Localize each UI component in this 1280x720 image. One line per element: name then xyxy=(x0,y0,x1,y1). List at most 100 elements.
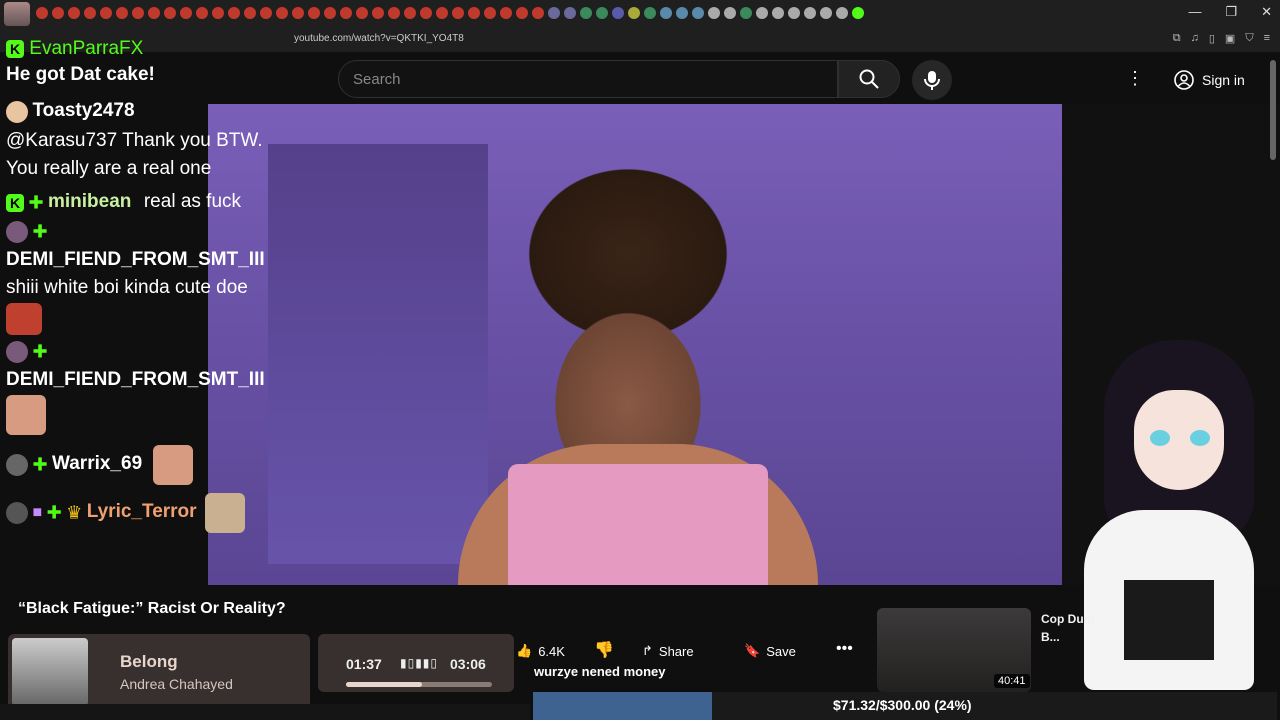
browser-tab-bar: — ❐ ✕ xyxy=(0,0,1280,28)
chat-message: ✚ Warrix_69 xyxy=(6,445,296,486)
taskbar-strip xyxy=(0,704,530,720)
video-player[interactable] xyxy=(208,104,1062,585)
shield-icon[interactable]: ⛉ xyxy=(1245,32,1253,45)
total-time: 03:06 xyxy=(450,656,486,672)
bookmark-icon: 🔖 xyxy=(744,643,761,658)
song-title: Belong xyxy=(120,652,178,671)
recommended-video-duration: 40:41 xyxy=(994,674,1030,688)
more-actions-icon[interactable]: ••• xyxy=(836,640,853,658)
chat-username: minibean xyxy=(48,190,132,212)
share-button[interactable]: ↱ Share xyxy=(642,636,694,666)
vtuber-corset xyxy=(1124,580,1214,660)
chat-message: ✚ DEMI_FIEND_FROM_SMT_III xyxy=(6,341,296,436)
diamond-badge-icon: ✚ xyxy=(46,502,62,523)
like-count: 6.4K xyxy=(538,643,565,659)
vtuber-right-eye xyxy=(1190,430,1210,446)
diamond-badge-icon: ✚ xyxy=(32,454,48,475)
url-text[interactable]: youtube.com/watch?v=QKTKI_YO4T8 xyxy=(294,33,464,44)
donation-goal-text: $71.32/$300.00 (24%) xyxy=(833,697,972,713)
chat-message: K ✚ minibean real as fuck xyxy=(6,191,296,213)
chat-message: ✚ DEMI_FIEND_FROM_SMT_III shiii white bo… xyxy=(6,221,296,336)
video-background-shelf xyxy=(268,144,488,564)
sign-in-label: Sign in xyxy=(1202,72,1245,88)
search-icon xyxy=(859,69,879,89)
window-controls[interactable]: — ❐ ✕ xyxy=(1188,4,1272,20)
chat-message: Toasty2478 xyxy=(6,100,296,123)
user-avatar-icon xyxy=(6,221,28,244)
emote-icon xyxy=(152,445,193,486)
browser-toolbar-icons: ⧉ ♫ ▯ ▣ ⛉ ≡ xyxy=(1173,32,1270,45)
chat-username: Lyric_Terror xyxy=(86,501,197,523)
chat-streamer-row: K EvanParraFX xyxy=(6,38,296,60)
like-button[interactable]: 👍 6.4K xyxy=(516,636,565,666)
account-icon xyxy=(1174,70,1194,90)
chat-username: Warrix_69 xyxy=(52,453,143,475)
diamond-badge-icon: ✚ xyxy=(28,192,44,213)
vtuber-face xyxy=(1134,390,1224,490)
emote-icon xyxy=(205,493,245,534)
more-options-icon[interactable]: ⋮ xyxy=(1126,68,1144,89)
diamond-badge-icon: ✚ xyxy=(32,221,48,242)
kick-icon: K xyxy=(6,39,24,58)
overlay-caption: wurzye nened money xyxy=(534,664,666,679)
donation-goal-bar: $71.32/$300.00 (24%) xyxy=(533,692,1277,720)
emote-icon xyxy=(6,303,42,336)
search-button[interactable] xyxy=(838,60,900,98)
chat-username: DEMI_FIEND_FROM_SMT_III xyxy=(6,249,265,271)
user-avatar-icon xyxy=(6,341,28,364)
sign-in-button[interactable]: Sign in xyxy=(1162,64,1257,96)
vtuber-left-eye xyxy=(1150,430,1170,446)
now-playing-card: Belong Andrea Chahayed xyxy=(8,634,310,710)
wallet-icon[interactable]: ▣ xyxy=(1225,32,1235,45)
chat-message-text: @Karasu737 Thank you BTW. You really are… xyxy=(6,129,263,179)
equalizer-icon: ▮▯▮▮▯ xyxy=(400,656,439,670)
playback-card: 01:37 ▮▯▮▮▯ 03:06 xyxy=(318,634,514,692)
song-artist: Andrea Chahayed xyxy=(120,676,233,692)
search-input[interactable] xyxy=(339,61,816,98)
recommended-video-title[interactable]: Cop Dum B... xyxy=(1041,610,1111,646)
user-avatar-icon xyxy=(6,502,28,525)
streamer-name: EvanParraFX xyxy=(29,38,144,59)
chat-message-text: real as fuck xyxy=(143,190,242,212)
video-person-top xyxy=(508,464,768,585)
chat-message: ■ ✚ ♛ Lyric_Terror xyxy=(6,493,296,534)
browser-tabs[interactable] xyxy=(36,7,864,21)
current-time: 01:37 xyxy=(346,656,382,672)
donation-goal-fill xyxy=(533,692,712,720)
voice-search-button[interactable] xyxy=(912,60,952,100)
profile-avatar[interactable] xyxy=(4,2,30,26)
emote-icon xyxy=(6,395,46,436)
save-label: Save xyxy=(766,643,796,659)
gift-badge-icon: ■ xyxy=(32,504,43,522)
crown-badge-icon: ♛ xyxy=(66,502,83,523)
diamond-badge-icon: ✚ xyxy=(32,341,48,362)
media-icon[interactable]: ♫ xyxy=(1191,32,1199,45)
chat-message-text: shiii white boi kinda cute doe xyxy=(6,277,248,299)
video-title: “Black Fatigue:” Racist Or Reality? xyxy=(18,600,286,617)
kick-icon: K xyxy=(6,193,24,212)
save-button[interactable]: 🔖 Save xyxy=(744,636,796,666)
album-art xyxy=(12,638,88,706)
user-avatar-icon xyxy=(6,454,28,477)
share-icon: ↱ xyxy=(642,643,653,658)
close-icon[interactable]: ✕ xyxy=(1261,4,1272,20)
chat-username: DEMI_FIEND_FROM_SMT_III xyxy=(6,369,265,391)
stream-chat-overlay: K EvanParraFX He got Dat cake! Toasty247… xyxy=(6,38,296,534)
playback-progress-bar xyxy=(346,682,492,687)
chat-top-message: He got Dat cake! xyxy=(6,64,155,85)
thumbs-down-icon: 👎 xyxy=(594,642,614,659)
thumbs-up-icon: 👍 xyxy=(516,643,533,658)
chat-username: Toasty2478 xyxy=(32,100,135,121)
user-avatar-icon xyxy=(6,100,28,123)
microphone-icon xyxy=(924,71,940,90)
playback-progress-fill xyxy=(346,682,422,687)
search-box[interactable] xyxy=(338,60,838,98)
dislike-button[interactable]: 👎 xyxy=(594,640,614,660)
minimize-icon[interactable]: — xyxy=(1188,4,1201,20)
share-label: Share xyxy=(658,643,694,659)
page-scrollbar[interactable] xyxy=(1270,60,1276,160)
sidebar-icon[interactable]: ▯ xyxy=(1209,32,1215,45)
menu-icon[interactable]: ≡ xyxy=(1264,32,1270,45)
extensions-icon[interactable]: ⧉ xyxy=(1173,32,1181,45)
maximize-icon[interactable]: ❐ xyxy=(1225,4,1237,20)
